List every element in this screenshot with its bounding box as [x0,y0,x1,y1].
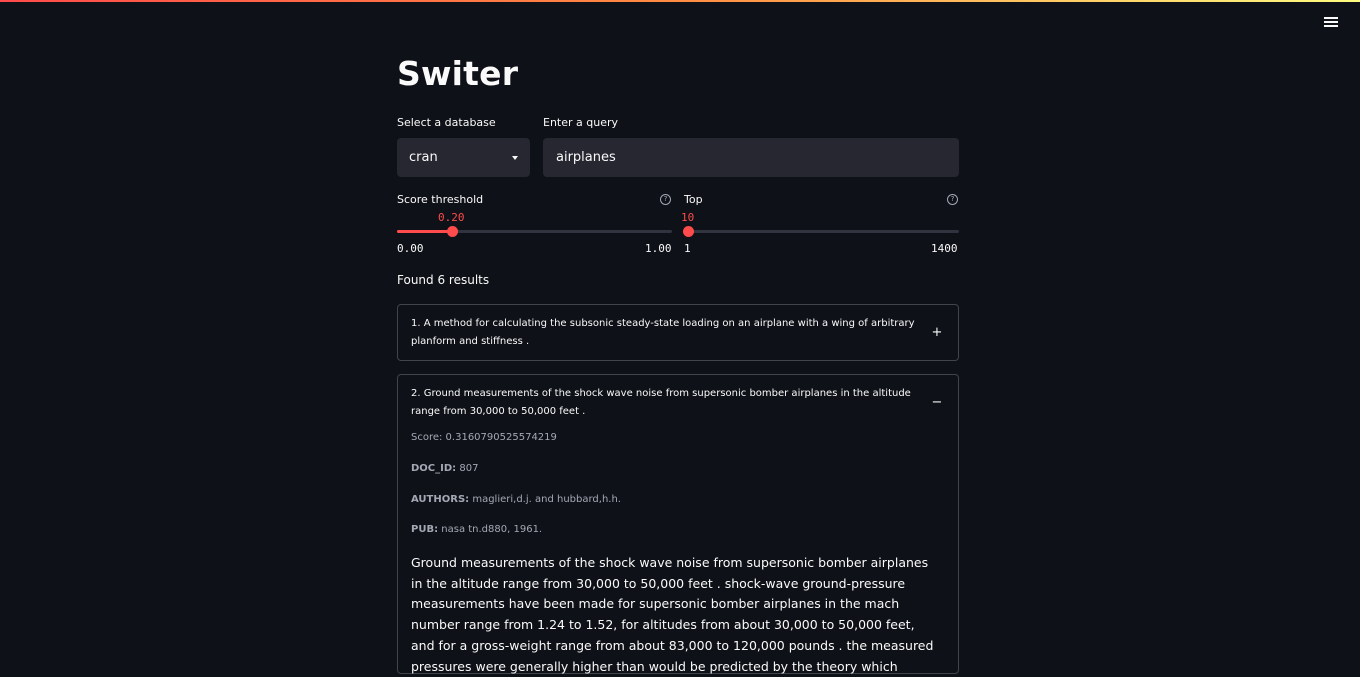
query-input[interactable] [543,138,959,177]
top-max: 1400 [931,242,958,255]
score-threshold-fill [397,230,452,233]
top-label: Top [684,193,703,206]
database-select-label: Select a database [397,116,496,129]
query-input-label: Enter a query [543,116,619,129]
score-threshold-value: 0.20 [438,211,465,224]
chevron-down-icon [512,155,518,160]
score-threshold-label: Score threshold [397,193,484,206]
plus-icon[interactable]: + [931,325,943,341]
authors-value: maglieri,d.j. and hubbard,h.h. [472,494,621,505]
pub-label: PUB: [411,524,439,535]
database-select[interactable]: cran [397,138,530,177]
score-threshold-max: 1.00 [645,242,672,255]
result-score: Score: 0.3160790525574219 [411,432,557,443]
result-title: 2. Ground measurements of the shock wave… [411,388,911,417]
score-threshold-slider[interactable] [397,226,672,237]
minus-icon[interactable]: − [931,395,943,411]
database-select-value: cran [409,150,438,165]
top-value: 10 [681,211,695,224]
result-title: 1. A method for calculating the subsonic… [411,318,915,347]
pub-value: nasa tn.d880, 1961. [441,524,543,535]
result-pub: PUB: nasa tn.d880, 1961. [411,524,542,535]
result-header[interactable]: 2. Ground measurements of the shock wave… [398,375,958,431]
top-thumb[interactable] [682,226,694,237]
score-threshold-thumb[interactable] [447,226,458,237]
top-min: 1 [684,242,691,255]
doc-id-label: DOC_ID: [411,463,457,474]
result-authors: AUTHORS: maglieri,d.j. and hubbard,h.h. [411,494,621,505]
result-expander[interactable]: 1. A method for calculating the subsonic… [397,304,959,361]
help-icon[interactable]: ? [947,194,958,205]
top-slider[interactable] [682,226,959,237]
hamburger-menu-icon[interactable] [1322,14,1340,30]
results-summary: Found 6 results [397,273,490,287]
page-title: Switer [397,54,519,93]
score-threshold-min: 0.00 [397,242,424,255]
help-icon[interactable]: ? [660,194,671,205]
result-doc-id: DOC_ID: 807 [411,463,478,474]
authors-label: AUTHORS: [411,494,470,505]
top-decoration-line [0,0,1360,2]
result-abstract: Ground measurements of the shock wave no… [411,555,934,674]
result-header[interactable]: 1. A method for calculating the subsonic… [398,305,958,361]
doc-id-value: 807 [459,463,479,474]
result-expander[interactable]: 2. Ground measurements of the shock wave… [397,374,959,674]
